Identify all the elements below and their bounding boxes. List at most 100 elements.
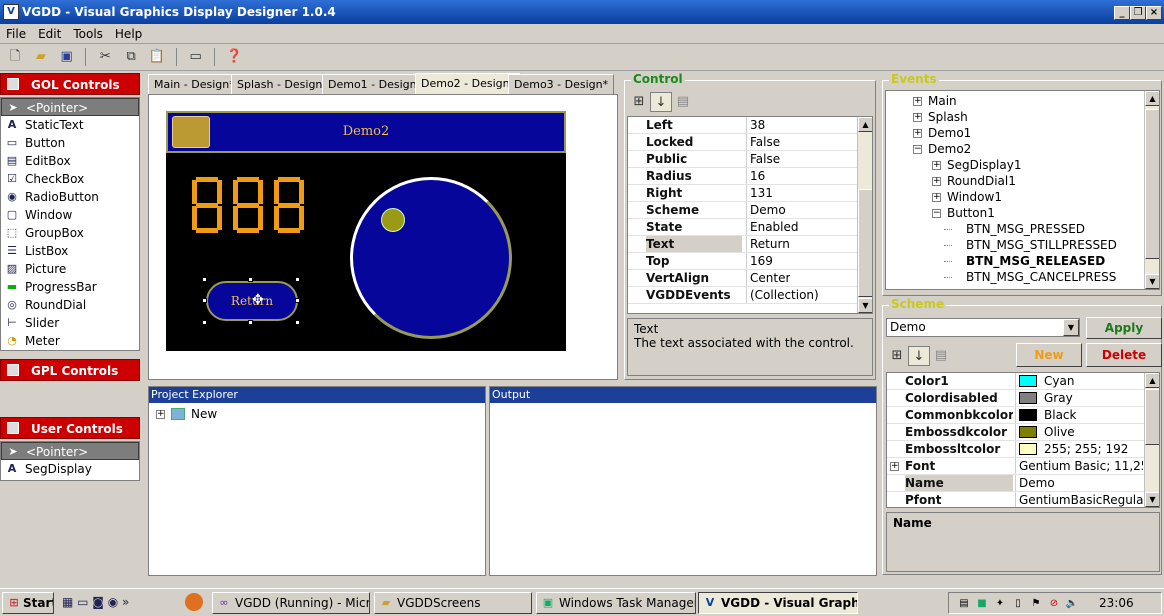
event-tree-node[interactable]: Window1 (947, 189, 1002, 205)
property-value[interactable]: Cyan (1015, 373, 1143, 389)
scheme-property-row[interactable]: Color1 Cyan (887, 373, 1159, 390)
property-row[interactable]: Public False (628, 151, 872, 168)
menu-help[interactable]: Help (109, 24, 148, 44)
property-value[interactable]: 255; 255; 192 (1015, 441, 1143, 457)
scheme-property-row[interactable]: Commonbkcolor Black (887, 407, 1159, 424)
property-row[interactable]: Top 169 (628, 253, 872, 270)
scroll-thumb[interactable] (1145, 109, 1159, 259)
scheme-property-row[interactable]: Embossltcolor 255; 255; 192 (887, 441, 1159, 458)
chevron-down-icon[interactable]: ▼ (1063, 319, 1079, 336)
event-tree-node[interactable]: BTN_MSG_CANCELPRESS (966, 269, 1116, 285)
scroll-thumb[interactable] (858, 189, 872, 297)
delete-scheme-button[interactable]: Delete (1086, 343, 1162, 367)
monitor-icon[interactable]: ■ (975, 597, 989, 610)
property-pages-icon[interactable]: ▤ (672, 92, 694, 112)
quicklaunch-icons[interactable]: ▦ ▭ ◙ ◉ » (62, 595, 129, 609)
tab-splash[interactable]: Splash - Design* (231, 74, 334, 95)
event-tree-node[interactable]: Main (928, 93, 957, 109)
resize-handle[interactable] (248, 277, 253, 282)
property-value[interactable]: Olive (1015, 424, 1143, 440)
task-vgddscreens[interactable]: ▰ VGDDScreens (374, 592, 532, 614)
resize-handle[interactable] (295, 277, 300, 282)
page-icon[interactable]: ▭ (185, 47, 207, 67)
task-task-manager[interactable]: ▣ Windows Task Manager (536, 592, 696, 614)
start-button[interactable]: ⊞ Start (2, 592, 54, 614)
tool-listbox[interactable]: ☰ ListBox (1, 242, 139, 260)
property-value[interactable]: Enabled (746, 219, 799, 235)
event-tree-node[interactable]: Button1 (947, 205, 995, 221)
resize-handle[interactable] (202, 277, 207, 282)
collapse-icon[interactable]: − (913, 145, 922, 154)
property-row[interactable]: VGDDEvents (Collection) (628, 287, 872, 304)
event-tree-node[interactable]: Splash (928, 109, 968, 125)
restore-button[interactable]: ❐ (1130, 6, 1146, 20)
expand-icon[interactable]: + (890, 462, 899, 471)
gpl-controls-header[interactable]: GPL Controls (0, 359, 140, 381)
control-scrollbar[interactable]: ▲ ▼ (857, 117, 872, 313)
property-value[interactable]: False (746, 151, 780, 167)
tool-window[interactable]: ▢ Window (1, 206, 139, 224)
property-value[interactable]: Demo (1015, 475, 1143, 491)
event-tree-node[interactable]: RoundDial1 (947, 173, 1016, 189)
resize-handle[interactable] (202, 298, 207, 303)
tool-picture[interactable]: ▨ Picture (1, 260, 139, 278)
scheme-property-row[interactable]: Embossdkcolor Olive (887, 424, 1159, 441)
event-tree-node[interactable]: BTN_MSG_STILLPRESSED (966, 237, 1117, 253)
scroll-up-arrow[interactable]: ▲ (1145, 373, 1159, 388)
paste-icon[interactable]: 📋 (146, 47, 168, 67)
expand-icon[interactable]: + (932, 177, 941, 186)
property-value[interactable]: Return (746, 236, 790, 252)
scheme-property-row[interactable]: + Font Gentium Basic; 11,25pt (887, 458, 1159, 475)
tool-radiobutton[interactable]: ◉ RadioButton (1, 188, 139, 206)
property-value[interactable]: False (746, 134, 780, 150)
task-vgdd-designer[interactable]: VVGDD - Visual Graphic... (698, 592, 858, 614)
resize-handle[interactable] (295, 298, 300, 303)
network-icon[interactable]: ▤ (957, 597, 971, 610)
sort-alpha-icon[interactable]: ↓ (650, 92, 672, 112)
scroll-down-arrow[interactable]: ▼ (1145, 274, 1159, 289)
round-dial[interactable] (350, 177, 512, 339)
property-row[interactable]: Locked False (628, 134, 872, 151)
menu-tools[interactable]: Tools (67, 24, 109, 44)
firefox-icon[interactable] (185, 593, 203, 611)
open-folder-icon[interactable]: ▰ (30, 47, 52, 67)
scheme-select[interactable]: Demo ▼ (886, 318, 1080, 337)
property-pages-icon[interactable]: ▤ (930, 346, 952, 366)
categorized-icon[interactable]: ⊞ (886, 346, 908, 366)
save-icon[interactable]: ▣ (56, 47, 78, 67)
tool-pointer[interactable]: ➤ <Pointer> (1, 442, 139, 460)
tool-checkbox[interactable]: ☑ CheckBox (1, 170, 139, 188)
property-value[interactable]: Gentium Basic; 11,25pt (1015, 458, 1143, 474)
menu-file[interactable]: File (0, 24, 32, 44)
expand-icon[interactable]: + (913, 129, 922, 138)
menu-edit[interactable]: Edit (32, 24, 67, 44)
resize-handle[interactable] (295, 320, 300, 325)
scroll-thumb[interactable] (1145, 389, 1159, 445)
property-row[interactable]: Radius 16 (628, 168, 872, 185)
tool-groupbox[interactable]: ⬚ GroupBox (1, 224, 139, 242)
minimize-button[interactable]: _ (1114, 6, 1130, 20)
scheme-scrollbar[interactable]: ▲ ▼ (1144, 373, 1159, 507)
volume-icon[interactable]: 🔈 (1065, 597, 1079, 610)
events-scrollbar[interactable]: ▲ ▼ (1144, 91, 1159, 289)
property-value[interactable]: 169 (746, 253, 773, 269)
scheme-property-row[interactable]: Pfont GentiumBasicRegular1 (887, 492, 1159, 507)
tool-pointer[interactable]: ➤ <Pointer> (1, 98, 139, 116)
property-value[interactable]: Center (746, 270, 790, 286)
tool-rounddial[interactable]: ◎ RoundDial (1, 296, 139, 314)
tool-button[interactable]: ▭ Button (1, 134, 139, 152)
property-row[interactable]: Text Return (628, 236, 872, 253)
expand-icon[interactable]: + (932, 193, 941, 202)
screen-canvas[interactable]: Demo2 Return ✥ (166, 111, 566, 351)
cut-icon[interactable]: ✂ (94, 47, 116, 67)
user-controls-header[interactable]: User Controls (0, 417, 140, 439)
scroll-down-arrow[interactable]: ▼ (858, 298, 872, 313)
resize-handle[interactable] (248, 320, 253, 325)
property-row[interactable]: Right 131 (628, 185, 872, 202)
scroll-up-arrow[interactable]: ▲ (858, 117, 872, 132)
property-value[interactable]: GentiumBasicRegular1 (1015, 492, 1143, 507)
expand-icon[interactable]: + (913, 113, 922, 122)
event-tree-node[interactable]: BTN_MSG_PRESSED (966, 221, 1085, 237)
copy-icon[interactable]: ⧉ (120, 47, 142, 67)
property-value[interactable]: Gray (1015, 390, 1143, 406)
